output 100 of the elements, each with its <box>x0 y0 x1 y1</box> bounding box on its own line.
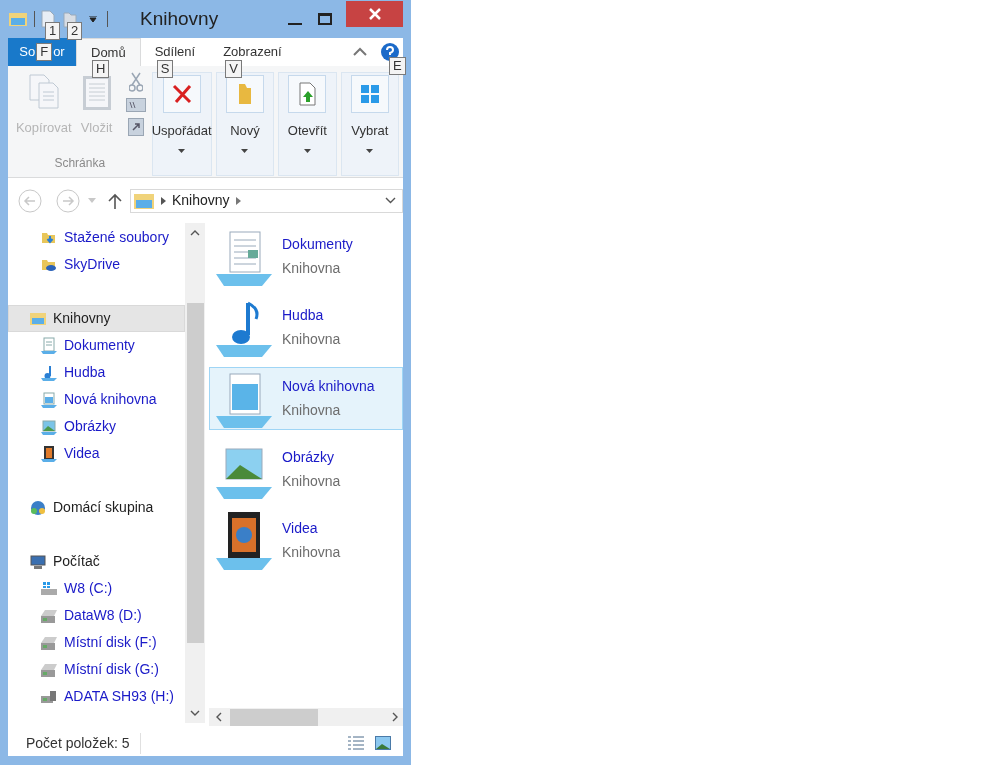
music-icon <box>40 363 58 382</box>
nav-label: Nová knihovna <box>64 390 157 409</box>
library-folder-icon <box>133 191 155 210</box>
library-tile[interactable]: Obrázky Knihovna <box>209 438 403 501</box>
chevron-down-icon[interactable] <box>190 710 200 717</box>
nav-label: Videa <box>64 444 100 463</box>
chevron-right-icon <box>161 196 166 205</box>
chevron-left-icon[interactable] <box>215 712 222 722</box>
close-icon <box>368 8 381 20</box>
nav-item[interactable]: Stažené soubory <box>8 224 185 251</box>
nav-label: Knihovny <box>53 309 111 328</box>
maximize-icon[interactable] <box>318 13 332 25</box>
library-tile[interactable]: Dokumenty Knihovna <box>209 225 403 288</box>
nav-item[interactable]: Dokumenty <box>8 332 185 359</box>
ribbon-button[interactable]: Otevřít <box>278 72 337 176</box>
chevron-down-icon[interactable] <box>385 197 396 204</box>
library-name: Nová knihovna <box>282 377 375 396</box>
nav-label: ADATA SH93 (H:) <box>64 687 174 706</box>
nav-label: SkyDrive <box>64 255 120 274</box>
system-drive-icon <box>40 579 58 598</box>
pictures-icon <box>40 417 58 436</box>
library-name: Hudba <box>282 306 325 325</box>
nav-item[interactable]: Knihovny <box>8 305 185 332</box>
dropdown-caret-icon[interactable] <box>89 16 97 22</box>
nav-label: Dokumenty <box>64 336 135 355</box>
nav-label: Obrázky <box>64 417 117 436</box>
chevron-right-icon[interactable] <box>392 712 399 722</box>
keytip: 2 <box>67 22 83 40</box>
ribbon-button[interactable]: Vybrat <box>340 72 399 176</box>
nav-label: DataW8 (D:) <box>64 606 142 625</box>
nav-item[interactable]: Obrázky <box>8 413 185 440</box>
copy-path-icon[interactable] <box>125 98 146 112</box>
library-type: Knihovna <box>282 259 342 278</box>
documents-icon <box>40 336 58 355</box>
homegroup-icon <box>29 498 47 517</box>
ribbon-button-label: Nový <box>230 122 260 140</box>
nav-item[interactable]: ADATA SH93 (H:) <box>8 683 185 710</box>
keytip: S <box>156 60 174 78</box>
ribbon-button-label: Otevřít <box>287 122 327 140</box>
horizontal-scrollbar[interactable] <box>209 708 403 726</box>
copy-icon <box>26 72 61 112</box>
nav-label: Domácí skupina <box>53 498 154 517</box>
nav-item[interactable]: Videa <box>8 440 185 467</box>
library-tile[interactable]: Hudba Knihovna <box>209 296 403 359</box>
library-name: Videa <box>282 519 319 538</box>
library-tile[interactable]: Videa Knihovna <box>209 509 403 572</box>
scissors-icon[interactable] <box>128 72 143 92</box>
group-label: Schránka <box>54 155 106 172</box>
vertical-scrollbar[interactable] <box>185 223 205 723</box>
nav-label: W8 (C:) <box>64 579 113 598</box>
chevron-up-icon[interactable] <box>190 229 200 236</box>
library-name: Obrázky <box>282 448 336 467</box>
library-icon <box>40 390 58 409</box>
status-text: Počet položek: 5 <box>26 732 141 754</box>
nav-item[interactable]: Místní disk (F:) <box>8 629 185 656</box>
keytip: H <box>92 60 110 78</box>
file-tab[interactable]: So F or <box>8 38 76 66</box>
file-tab-label: or <box>53 43 65 62</box>
nav-item[interactable]: DataW8 (D:) <box>8 602 185 629</box>
computer-icon <box>29 552 47 571</box>
collapse-ribbon-icon[interactable] <box>353 46 367 56</box>
large-icons-view-icon[interactable] <box>375 736 391 750</box>
keytip: 1 <box>45 22 61 40</box>
address-path: Knihovny <box>172 191 230 210</box>
ribbon-button[interactable]: Nový <box>215 72 275 176</box>
keytip: F <box>36 43 53 61</box>
folder-icon <box>8 10 28 28</box>
library-name: Dokumenty <box>282 235 353 254</box>
chevron-right-icon <box>235 196 241 205</box>
nav-item[interactable]: Domácí skupina <box>8 494 185 521</box>
ribbon-button[interactable]: Uspořádat <box>151 72 212 176</box>
nav-label: Místní disk (G:) <box>64 660 159 679</box>
address-field[interactable]: Knihovny <box>130 188 403 213</box>
nav-item[interactable]: SkyDrive <box>8 251 185 278</box>
nav-item[interactable]: Počítač <box>8 548 185 575</box>
window-title: Knihovny <box>140 6 219 31</box>
library-type: Knihovna <box>282 543 341 562</box>
nav-item[interactable]: Nová knihovna <box>8 386 185 413</box>
nav-label: Hudba <box>64 363 106 382</box>
caret-icon <box>366 148 374 153</box>
nav-label: Počítač <box>53 552 100 571</box>
nav-item[interactable]: Místní disk (G:) <box>8 656 185 683</box>
videos-icon <box>40 444 58 463</box>
ribbon-button-label: Uspořádat <box>151 122 212 140</box>
caret-icon <box>241 148 249 153</box>
up-arrow-icon[interactable] <box>108 192 122 209</box>
library-type: Knihovna <box>282 330 341 349</box>
scrollbar-thumb[interactable] <box>186 303 204 643</box>
close-button[interactable] <box>346 1 403 27</box>
library-tile[interactable]: Nová knihovna Knihovna <box>209 367 403 430</box>
keytip: E <box>389 57 406 75</box>
scrollbar-thumb[interactable] <box>230 708 318 726</box>
nav-item[interactable]: Hudba <box>8 359 185 386</box>
nav-item[interactable]: W8 (C:) <box>8 575 185 602</box>
keytip: V <box>225 60 242 78</box>
library-type: Knihovna <box>282 472 341 491</box>
shortcut-icon[interactable] <box>127 118 144 136</box>
file-tab-label: So <box>19 43 36 62</box>
caret-icon <box>303 148 311 153</box>
nav-label: Stažené soubory <box>64 228 170 247</box>
